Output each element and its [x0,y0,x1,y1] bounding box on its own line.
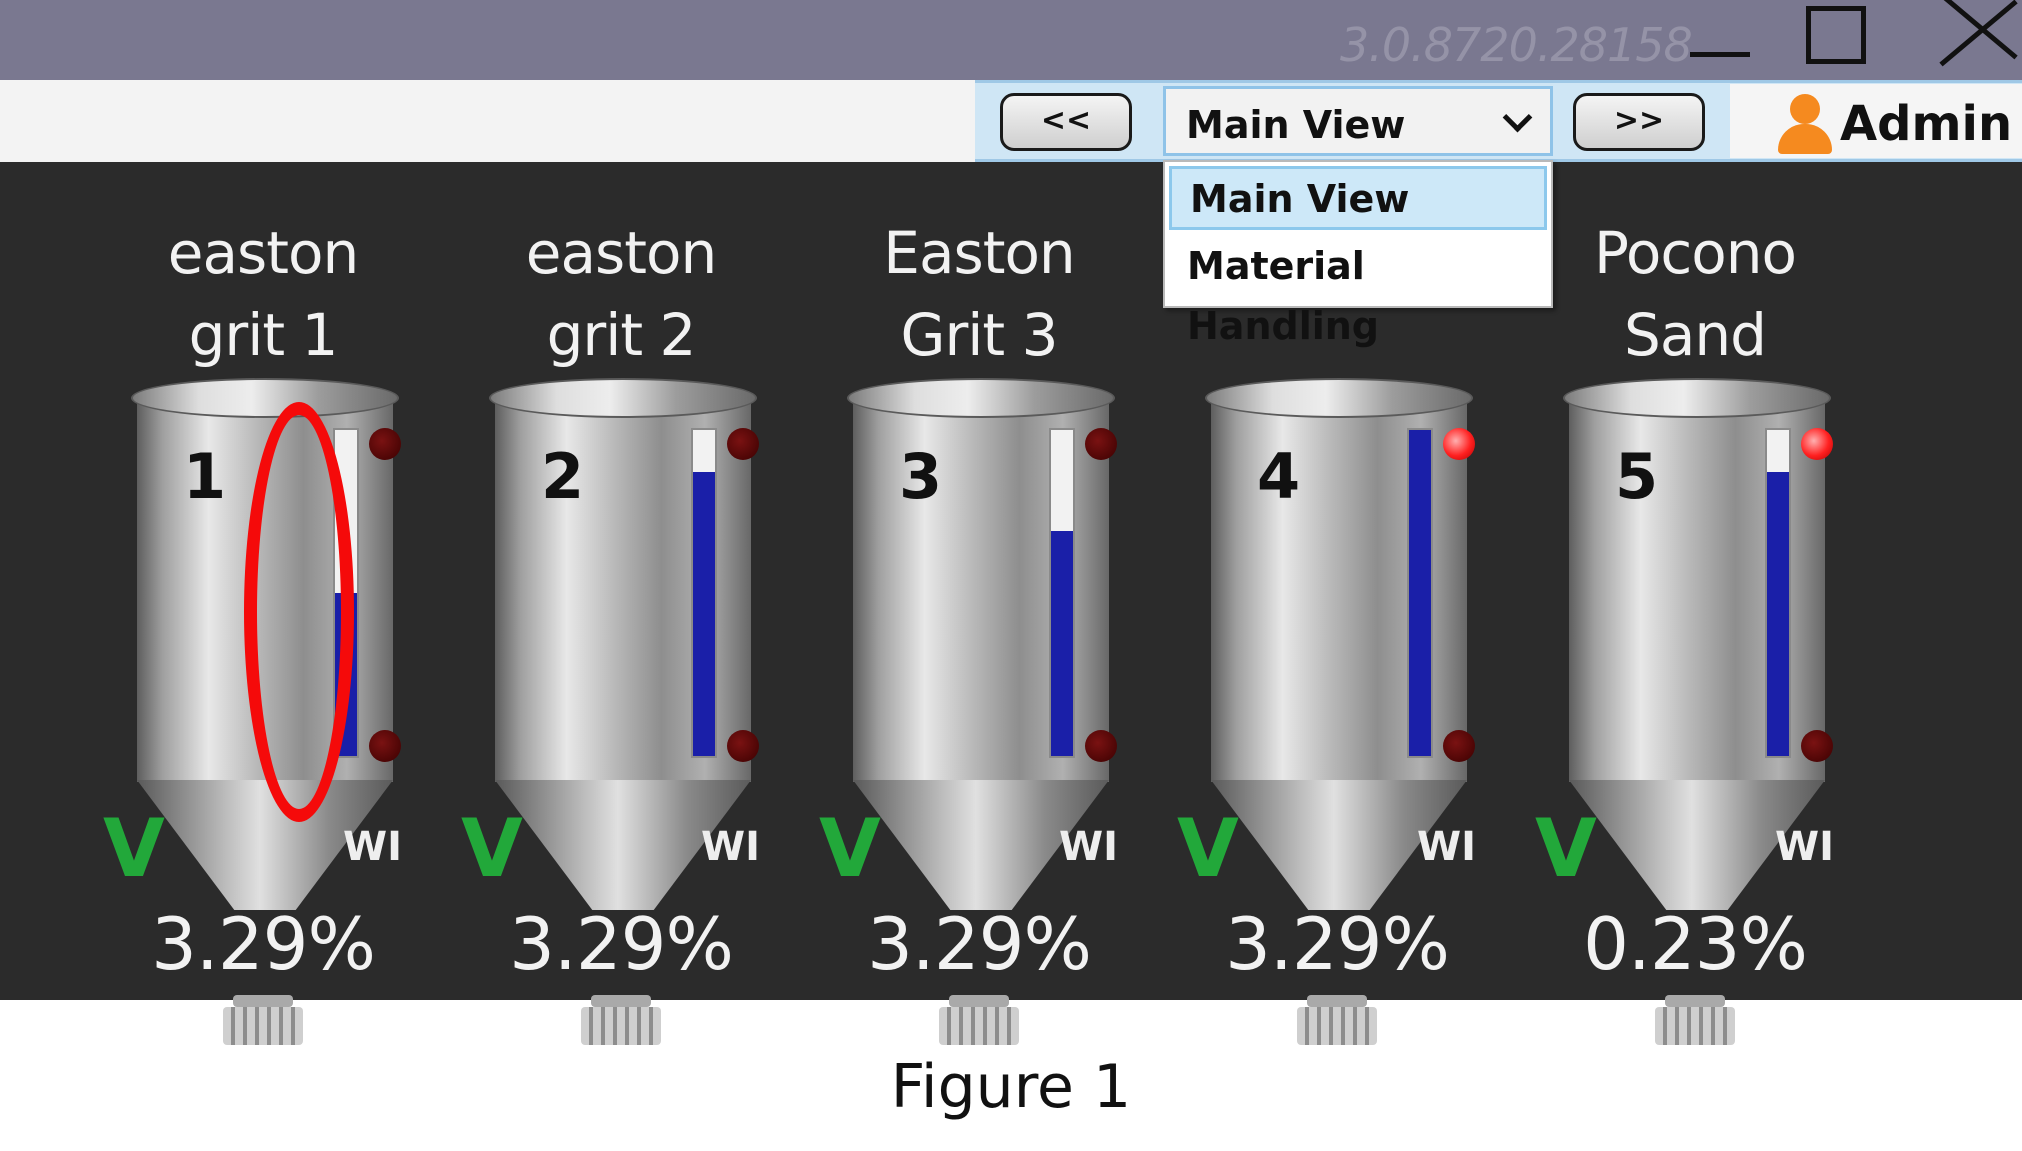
wi-label: WI [1417,824,1477,870]
wi-label: WI [343,824,403,870]
tank-name-line2: Sand [1624,301,1767,369]
maximize-icon[interactable] [1800,0,1870,80]
tank-name-line1: easton [525,219,717,287]
wi-label: WI [1059,824,1119,870]
low-level-indicator [1085,730,1117,762]
tank-percent: 3.29% [1225,902,1450,986]
tank-number: 1 [183,440,227,513]
level-fill [1767,472,1789,756]
high-level-indicator [369,428,401,460]
wi-label: WI [1775,824,1835,870]
view-dropdown-menu: Main View Material Handling [1163,160,1553,348]
user-icon-head [1790,94,1820,124]
tank-name-line2: Grit 3 [900,301,1059,369]
next-view-button[interactable]: >> [1573,93,1705,151]
tank-number: 3 [899,440,943,513]
valve-status-label: V [819,802,881,895]
rotary-valve-icon [1655,995,1735,1045]
tank-percent: 3.29% [151,902,376,986]
tank-3[interactable]: Easton Grit 3 3 V WI 3.29% [809,162,1149,1045]
tank-name-line1: Easton [883,219,1075,287]
tank-number: 4 [1257,440,1301,513]
rotary-valve-icon [939,995,1019,1045]
valve-status-label: V [1177,802,1239,895]
rotary-valve-icon [1297,995,1377,1045]
level-gauge [1407,428,1433,758]
tank-percent: 3.29% [509,902,734,986]
previous-view-button[interactable]: << [1000,93,1132,151]
view-select-value: Main View [1186,103,1406,147]
high-level-indicator [727,428,759,460]
valve-status-label: V [1535,802,1597,895]
low-level-indicator [727,730,759,762]
low-level-indicator [1801,730,1833,762]
valve-status-label: V [103,802,165,895]
silo-lid [131,378,399,418]
tank-name-line1: Pocono [1593,219,1797,287]
user-icon-body [1778,124,1832,154]
tank-number: 2 [541,440,585,513]
low-level-indicator [1443,730,1475,762]
figure-caption: Figure 1 [890,1052,1132,1122]
tank-2[interactable]: easton grit 2 2 V WI 3.29% [451,162,791,1045]
tank-percent: 3.29% [867,902,1092,986]
tank-name-line1: easton [167,219,359,287]
high-level-indicator [1085,428,1117,460]
level-fill [1051,531,1073,756]
silo-lid [847,378,1115,418]
level-fill [1409,430,1431,756]
dropdown-option-main-view[interactable]: Main View [1169,166,1547,230]
user-icon [1775,94,1835,154]
highlight-ring [244,402,354,822]
wi-label: WI [701,824,761,870]
level-gauge [1765,428,1791,758]
tank-5[interactable]: Pocono Sand 5 V WI 0.23% [1525,162,1865,1045]
tank-number: 5 [1615,440,1659,513]
close-icon[interactable] [1925,0,2015,80]
tank-name: Pocono Sand [1525,212,1865,376]
high-level-indicator [1443,428,1475,460]
toolbar-left [0,80,975,164]
level-gauge [1049,428,1075,758]
rotary-valve-icon [581,995,661,1045]
tank-name: Easton Grit 3 [809,212,1149,376]
silo-lid [1563,378,1831,418]
user-name[interactable]: Admin [1840,96,2012,152]
view-select[interactable]: Main View [1163,86,1553,156]
silo-lid [1205,378,1473,418]
tank-percent: 0.23% [1583,902,1808,986]
tank-name: easton grit 1 [93,212,433,376]
level-gauge [691,428,717,758]
tank-name: easton grit 2 [451,212,791,376]
high-level-indicator [1801,428,1833,460]
silo-lid [489,378,757,418]
chevron-down-icon [1502,102,1533,133]
level-fill [693,472,715,756]
valve-status-label: V [461,802,523,895]
minimize-icon[interactable] [1690,0,1750,80]
tank-name-line2: grit 1 [188,301,339,369]
dropdown-option-material-handling[interactable]: Material Handling [1169,236,1547,348]
tank-name-line2: grit 2 [546,301,697,369]
version-label: 3.0.8720.28158 [1340,18,1693,72]
low-level-indicator [369,730,401,762]
rotary-valve-icon [223,995,303,1045]
